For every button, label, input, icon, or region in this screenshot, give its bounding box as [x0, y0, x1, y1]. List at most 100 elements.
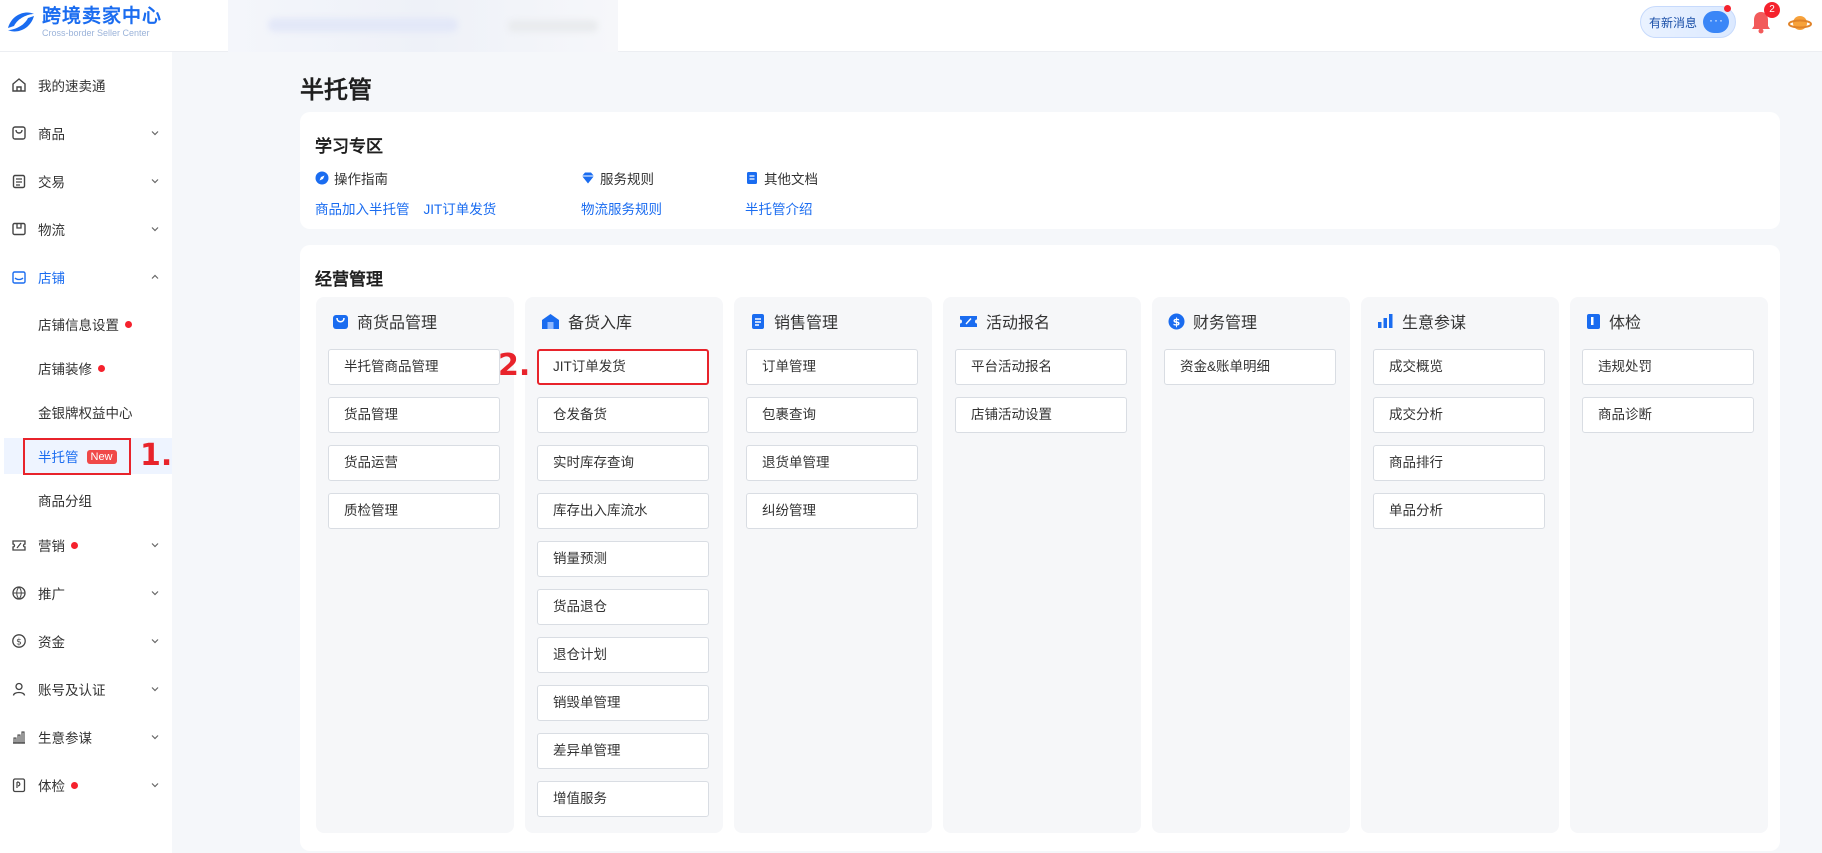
btn-package-query[interactable]: 包裹查询: [746, 397, 918, 433]
btn-platform-campaign-signup[interactable]: 平台活动报名: [955, 349, 1127, 385]
clipboard-icon: [12, 174, 26, 189]
group-title: 备货入库: [568, 315, 633, 332]
learning-zone-title: 学习专区: [315, 137, 383, 156]
new-message-button[interactable]: 有新消息: [1640, 5, 1736, 38]
page-title: 半托管: [300, 77, 372, 104]
health-report-icon: [1587, 313, 1600, 329]
sidebar-item-logistics[interactable]: 物流: [0, 209, 172, 249]
chevron-up-icon: [151, 274, 159, 279]
coupon-icon: [12, 540, 26, 551]
learn-section-head: 操作指南: [334, 172, 388, 187]
btn-product-ranking[interactable]: 商品排行: [1373, 445, 1545, 481]
sidebar-item-label: 营销: [38, 539, 65, 554]
btn-product-diagnosis[interactable]: 商品诊断: [1582, 397, 1754, 433]
btn-return-order-management[interactable]: 退货单管理: [746, 445, 918, 481]
user-avatar-icon[interactable]: [1788, 12, 1812, 34]
sidebar-item-health-check[interactable]: 体检: [0, 765, 172, 805]
sidebar-item-label: 商品: [38, 127, 65, 142]
sidebar-subitem-gold-silver-center[interactable]: 金银牌权益中心: [0, 394, 172, 430]
btn-semi-managed-products[interactable]: 半托管商品管理: [328, 349, 500, 385]
dollar-coin-icon: $: [1168, 313, 1185, 329]
btn-quality-inspection[interactable]: 质检管理: [328, 493, 500, 529]
red-dot-indicator: [71, 541, 78, 549]
btn-realtime-inventory[interactable]: 实时库存查询: [537, 445, 709, 481]
group-title: 销售管理: [774, 315, 839, 332]
red-dot-indicator: [125, 320, 132, 328]
sidebar-item-funds[interactable]: $ 资金: [0, 621, 172, 661]
chevron-down-icon: [151, 591, 159, 596]
logo-title: 跨境卖家中心: [42, 6, 163, 27]
globe-ad-icon: [12, 586, 26, 600]
learn-link-intro[interactable]: 半托管介绍: [745, 202, 813, 217]
btn-store-campaign-settings[interactable]: 店铺活动设置: [955, 397, 1127, 433]
btn-violation-penalty[interactable]: 违规处罚: [1582, 349, 1754, 385]
logo-subtitle: Cross-border Seller Center: [42, 28, 150, 38]
svg-text:$: $: [1173, 315, 1181, 328]
sidebar-item-label: 交易: [38, 175, 65, 190]
btn-order-management[interactable]: 订单管理: [746, 349, 918, 385]
group-health-check: 体检 违规处罚 商品诊断: [1570, 297, 1768, 833]
sidebar-item-marketing[interactable]: 营销: [0, 525, 172, 565]
btn-sales-forecast[interactable]: 销量预测: [537, 541, 709, 577]
btn-goods-return-warehouse[interactable]: 货品退仓: [537, 589, 709, 625]
btn-value-added-service[interactable]: 增值服务: [537, 781, 709, 817]
chevron-down-icon: [151, 639, 159, 644]
sidebar-item-label: 推广: [38, 587, 65, 602]
group-title: 活动报名: [986, 315, 1051, 332]
btn-single-product-analysis[interactable]: 单品分析: [1373, 493, 1545, 529]
btn-return-plan[interactable]: 退仓计划: [537, 637, 709, 673]
chevron-down-icon: [151, 543, 159, 548]
sidebar-item-account[interactable]: 账号及认证: [0, 669, 172, 709]
group-stock-inbound: 备货入库 JIT订单发货 仓发备货 实时库存查询 库存出入库流水 销量预测 货品…: [525, 297, 723, 833]
warehouse-icon: [542, 313, 559, 329]
annotation-step1-label: 1.: [140, 438, 173, 473]
learn-link-add-product[interactable]: 商品加入半托管: [315, 202, 410, 217]
btn-jit-order-shipping[interactable]: JIT订单发货: [537, 349, 709, 385]
btn-inventory-flow[interactable]: 库存出入库流水: [537, 493, 709, 529]
health-check-icon: [12, 778, 26, 793]
learn-link-logistics-rules[interactable]: 物流服务规则: [581, 202, 662, 217]
sidebar-subitem-product-group[interactable]: 商品分组: [0, 482, 172, 518]
learn-section-guide: 操作指南 商品加入半托管 JIT订单发货: [315, 168, 510, 218]
logo[interactable]: 跨境卖家中心 Cross-border Seller Center: [4, 6, 162, 38]
sidebar-item-label: 生意参谋: [38, 731, 92, 746]
btn-goods-operation[interactable]: 货品运营: [328, 445, 500, 481]
btn-destruction-orders[interactable]: 销毁单管理: [537, 685, 709, 721]
sidebar-item-label: 体检: [38, 779, 65, 794]
sidebar-item-trade[interactable]: 交易: [0, 161, 172, 201]
sidebar-subitem-store-decoration[interactable]: 店铺装修: [0, 350, 172, 386]
unread-dot: [1724, 5, 1731, 12]
sidebar-item-label: 资金: [38, 635, 65, 650]
notification-count-badge: 2: [1764, 2, 1780, 18]
red-dot-indicator: [71, 781, 78, 789]
sidebar-item-business-advisor[interactable]: 生意参谋: [0, 717, 172, 757]
sidebar-subitem-label: 金银牌权益中心: [38, 406, 133, 421]
btn-transaction-analysis[interactable]: 成交分析: [1373, 397, 1545, 433]
sidebar-subitem-store-info[interactable]: 店铺信息设置: [0, 306, 172, 342]
btn-funds-bill-details[interactable]: 资金&账单明细: [1164, 349, 1336, 385]
document-icon: [747, 172, 757, 184]
product-bag-icon: [333, 314, 348, 329]
sidebar-item-promotion[interactable]: 推广: [0, 573, 172, 613]
user-icon: [12, 682, 26, 696]
new-message-label: 有新消息: [1649, 15, 1698, 30]
sidebar-item-products[interactable]: 商品: [0, 113, 172, 153]
group-title: 财务管理: [1193, 315, 1258, 332]
dollar-circle-icon: $: [12, 634, 26, 648]
annotation-box-step1: [23, 438, 131, 475]
learn-section-rules: 服务规则 物流服务规则: [581, 168, 676, 218]
red-dot-indicator: [98, 364, 105, 372]
sidebar-subitem-label: 店铺信息设置: [38, 318, 119, 333]
group-business-advisor: 生意参谋 成交概览 成交分析 商品排行 单品分析: [1361, 297, 1559, 833]
sidebar-item-store[interactable]: 店铺: [0, 257, 172, 297]
btn-warehouse-stocking[interactable]: 仓发备货: [537, 397, 709, 433]
sidebar-item-home[interactable]: 我的速卖通: [0, 65, 172, 105]
btn-dispute-management[interactable]: 纠纷管理: [746, 493, 918, 529]
btn-goods-management[interactable]: 货品管理: [328, 397, 500, 433]
home-icon: [12, 78, 26, 92]
learn-link-jit-order[interactable]: JIT订单发货: [424, 202, 497, 217]
svg-text:$: $: [16, 638, 22, 648]
group-title: 体检: [1609, 315, 1642, 332]
btn-transaction-overview[interactable]: 成交概览: [1373, 349, 1545, 385]
btn-discrepancy-orders[interactable]: 差异单管理: [537, 733, 709, 769]
